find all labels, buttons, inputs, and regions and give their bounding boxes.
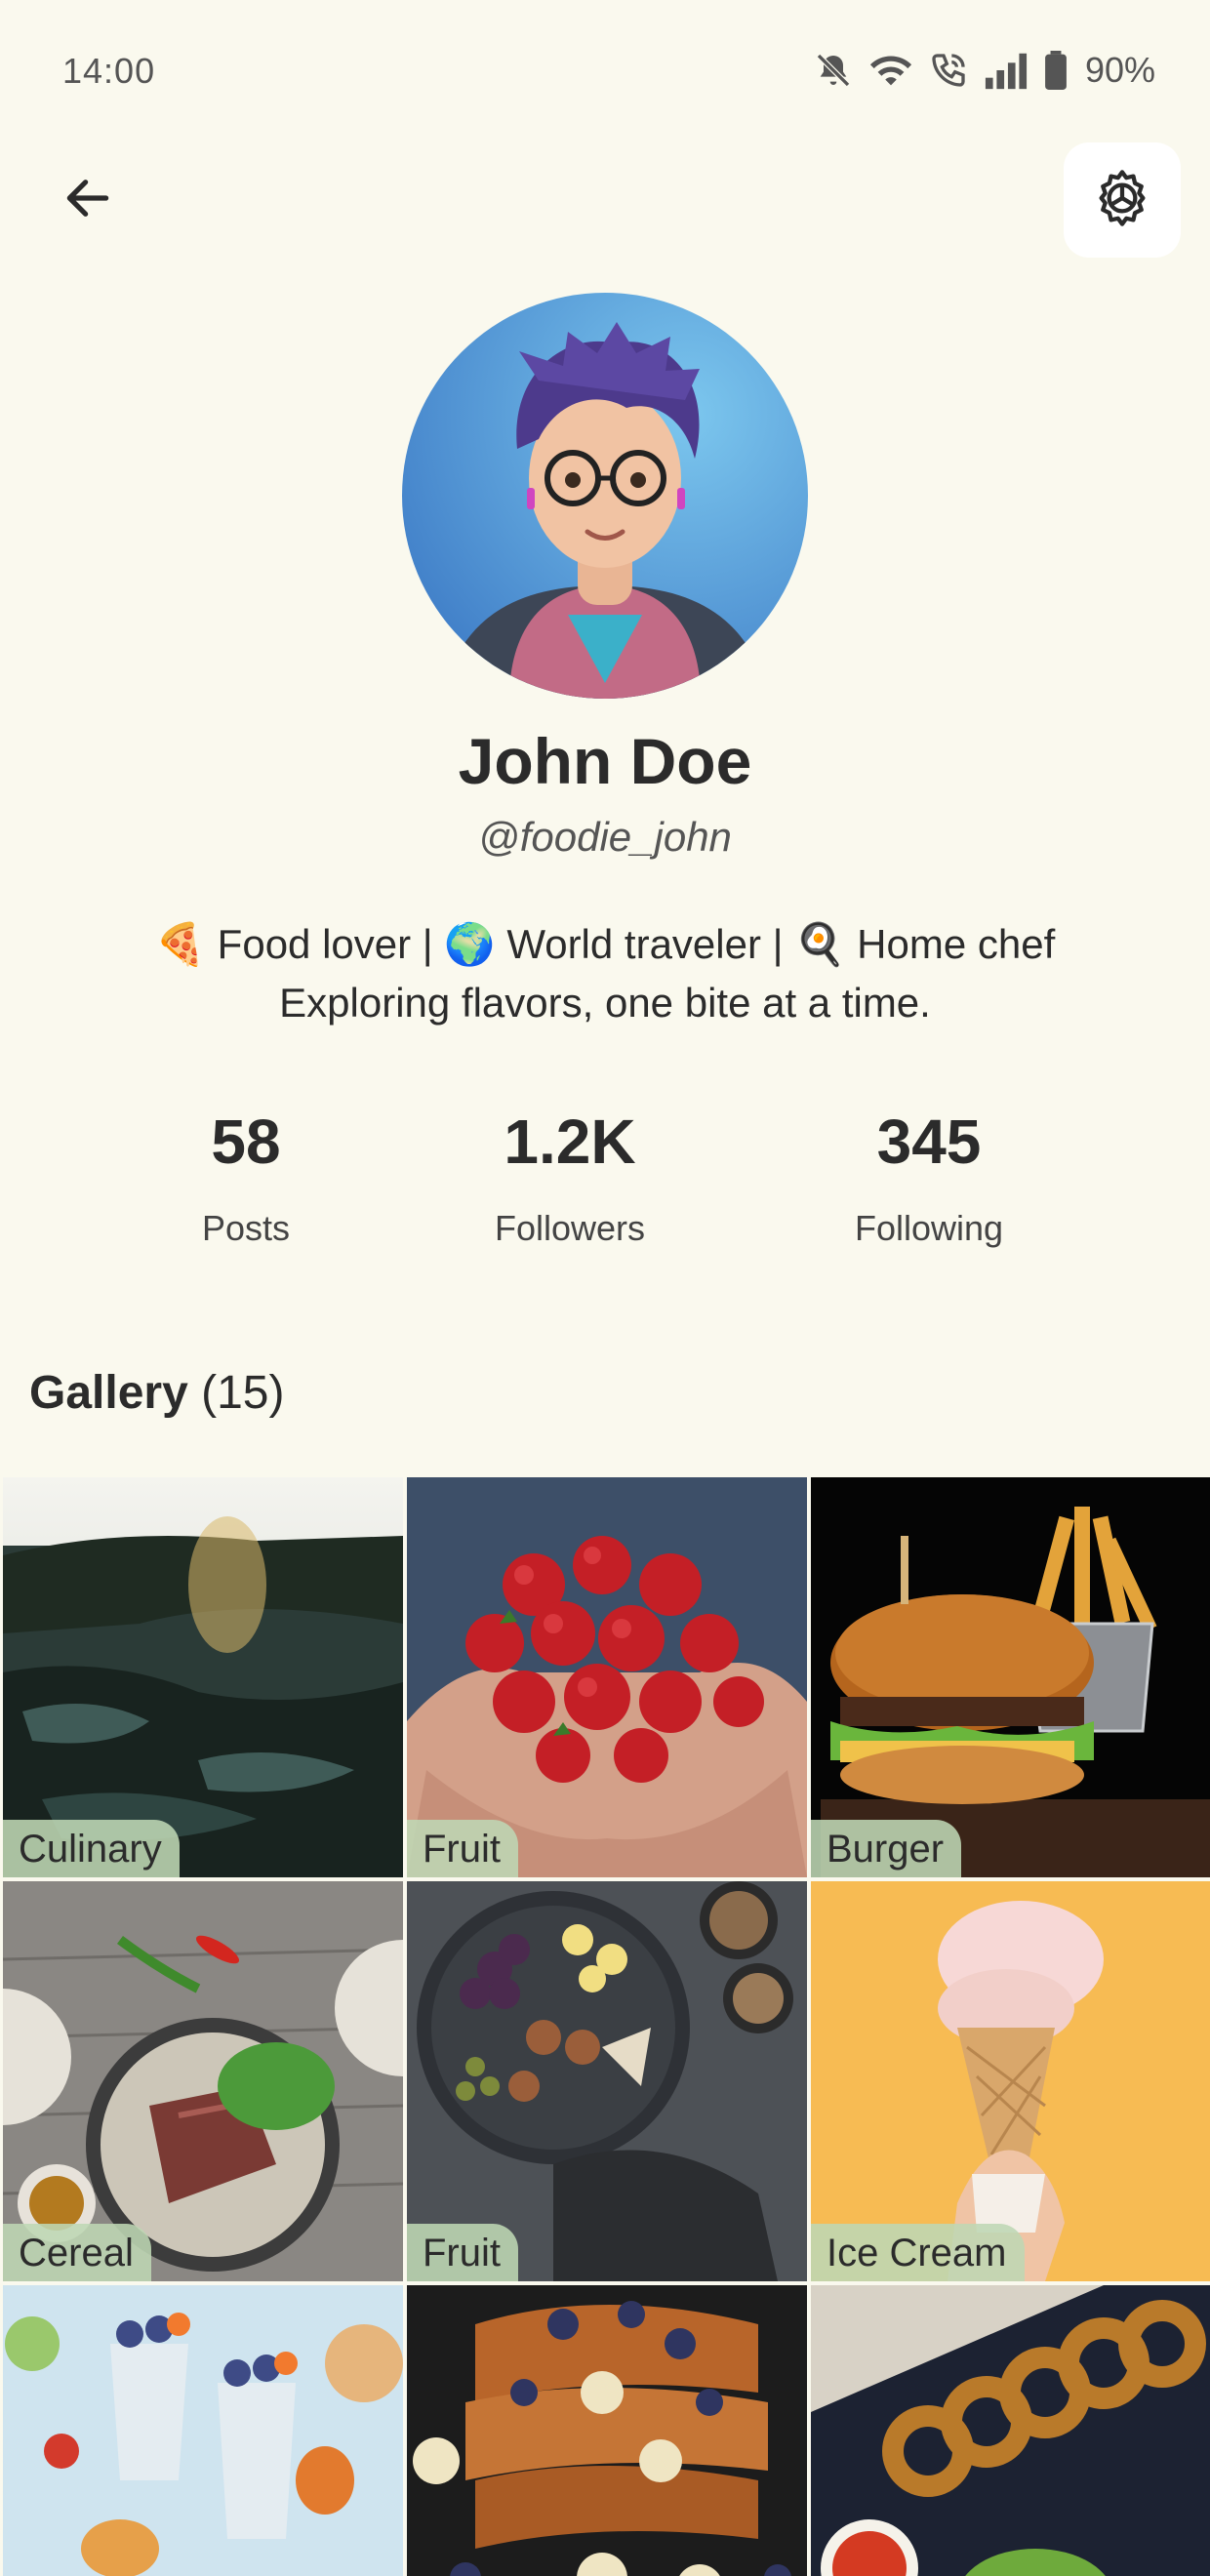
gallery-item-culinary[interactable]: Culinary bbox=[3, 1477, 403, 1877]
photo-french-toast bbox=[407, 2285, 807, 2576]
gallery-item-fruit[interactable]: Fruit bbox=[407, 1477, 807, 1877]
gallery-title: Gallery bbox=[29, 1367, 188, 1419]
mute-icon bbox=[814, 51, 853, 90]
tile-label: Ice Cream bbox=[811, 2224, 1025, 2281]
status-time: 14:00 bbox=[62, 51, 156, 91]
battery-icon bbox=[1044, 51, 1068, 90]
profile-bio: 🍕 Food lover | 🌍 World traveler | 🍳 Home… bbox=[0, 915, 1210, 1032]
gallery-heading: Gallery (15) bbox=[29, 1366, 284, 1420]
gallery-item-burger[interactable]: Burger bbox=[811, 1477, 1210, 1877]
battery-percent: 90% bbox=[1084, 50, 1155, 90]
photo-smoothie bbox=[3, 2285, 403, 2576]
gallery-item-ice-cream[interactable]: Ice Cream bbox=[811, 1881, 1210, 2281]
stat-label: Followers bbox=[494, 1208, 646, 1248]
photo-steak-plate bbox=[3, 1881, 403, 2281]
stat-label: Posts bbox=[201, 1208, 291, 1248]
settings-button[interactable] bbox=[1064, 142, 1181, 258]
stat-label: Following bbox=[854, 1208, 1004, 1248]
gallery-item-smoothie[interactable] bbox=[3, 2285, 403, 2576]
bio-line: 🍕 Food lover | 🌍 World traveler | 🍳 Home… bbox=[154, 921, 1056, 967]
tile-label: Culinary bbox=[3, 1820, 180, 1877]
status-icons: 90% bbox=[814, 47, 1155, 94]
profile-handle: @foodie_john bbox=[478, 814, 732, 860]
gallery-item-french-toast[interactable] bbox=[407, 2285, 807, 2576]
back-button[interactable] bbox=[49, 161, 127, 239]
tile-label: Fruit bbox=[407, 2224, 518, 2281]
stat-value: 345 bbox=[876, 1107, 982, 1177]
photo-onion-rings bbox=[811, 2285, 1210, 2576]
photo-ice-cream bbox=[811, 1881, 1210, 2281]
stat-posts[interactable]: 58 Posts bbox=[90, 1103, 402, 1249]
stat-value: 58 bbox=[211, 1107, 281, 1177]
tile-label: Fruit bbox=[407, 1820, 518, 1877]
tile-label: Cereal bbox=[3, 2224, 151, 2281]
photo-coast bbox=[3, 1477, 403, 1877]
gallery-count: (15) bbox=[201, 1367, 285, 1419]
tile-label: Burger bbox=[811, 1820, 962, 1877]
gallery-item-onion-rings[interactable] bbox=[811, 2285, 1210, 2576]
gear-icon bbox=[1091, 167, 1153, 234]
profile-name: John Doe bbox=[458, 725, 752, 797]
signal-icon bbox=[984, 51, 1028, 90]
wifi-icon bbox=[868, 51, 913, 90]
avatar[interactable] bbox=[402, 293, 808, 699]
photo-fruit-platter bbox=[407, 1881, 807, 2281]
stat-followers[interactable]: 1.2K Followers bbox=[414, 1103, 726, 1249]
photo-strawberries bbox=[407, 1477, 807, 1877]
arrow-left-icon bbox=[60, 171, 115, 230]
gallery-item-fruit-platter[interactable]: Fruit bbox=[407, 1881, 807, 2281]
stat-value: 1.2K bbox=[504, 1107, 636, 1177]
bio-line: Exploring flavors, one bite at a time. bbox=[279, 980, 931, 1026]
status-bar: 14:00 90% bbox=[0, 0, 1210, 146]
wifi-calling-icon bbox=[929, 51, 968, 90]
profile-screen: 14:00 90% John Doe @foodie_john 🍕 Food l… bbox=[0, 0, 1210, 2576]
photo-burger bbox=[811, 1477, 1210, 1877]
stat-following[interactable]: 345 Following bbox=[773, 1103, 1085, 1249]
gallery-item-cereal[interactable]: Cereal bbox=[3, 1881, 403, 2281]
